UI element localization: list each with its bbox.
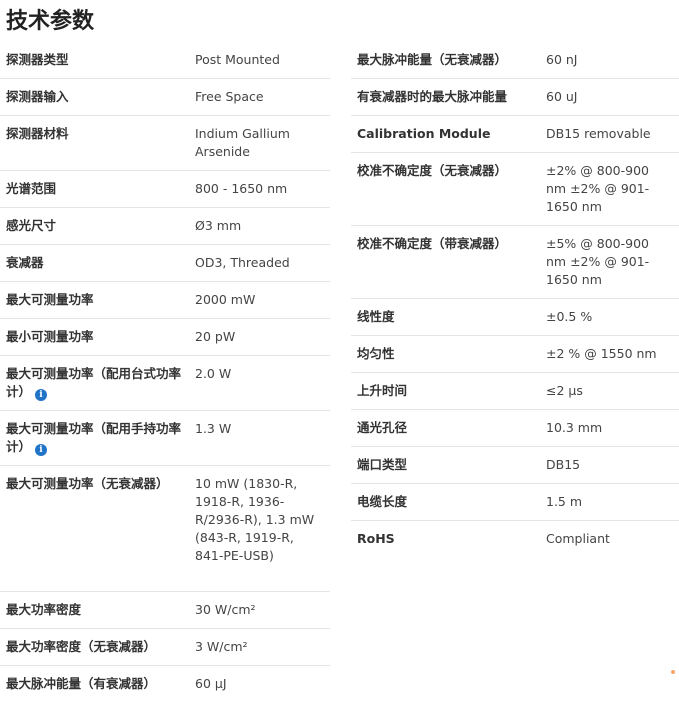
spec-label: 衰减器 [0,245,189,282]
spec-value: 1.5 m [540,484,679,521]
table-row: Calibration Module DB15 removable [351,116,679,153]
spec-label: 线性度 [351,299,540,336]
table-row: 最大可测量功率（无衰减器） 10 mW (1830-R, 1918-R, 193… [0,466,330,592]
table-row: 探测器类型 Post Mounted [0,42,330,79]
spec-value: DB15 [540,447,679,484]
spec-label: RoHS [351,521,540,558]
spec-value: Ø3 mm [189,208,330,245]
spec-value: ±2 % @ 1550 nm [540,336,679,373]
spec-value: ±0.5 % [540,299,679,336]
spec-label: 探测器类型 [0,42,189,79]
spec-label: 最大功率密度 [0,592,189,629]
spec-value: 3 W/cm² [189,629,330,666]
spec-label: Calibration Module [351,116,540,153]
table-row: 通光孔径 10.3 mm [351,410,679,447]
spec-value: Post Mounted [189,42,330,79]
spec-label-with-info: 最大可测量功率（配用台式功率计）i [0,356,189,411]
info-icon[interactable]: i [35,444,47,456]
spec-label: 通光孔径 [351,410,540,447]
spec-table-right: 最大脉冲能量（无衰减器） 60 nJ 有衰减器时的最大脉冲能量 60 uJ Ca… [351,42,679,557]
spec-label: 有衰减器时的最大脉冲能量 [351,79,540,116]
table-row: 衰减器 OD3, Threaded [0,245,330,282]
spec-label: 探测器材料 [0,116,189,171]
table-row: RoHS Compliant [351,521,679,558]
spec-value: ≤2 μs [540,373,679,410]
spec-value: 10.3 mm [540,410,679,447]
spec-value: OD3, Threaded [189,245,330,282]
spec-value: ±5% @ 800-900 nm ±2% @ 901-1650 nm [540,226,679,299]
table-row: 光谱范围 800 - 1650 nm [0,171,330,208]
spec-label: 校准不确定度（无衰减器） [351,153,540,226]
spec-table-left: 探测器类型 Post Mounted 探测器输入 Free Space 探测器材… [0,42,330,702]
spec-label: 光谱范围 [0,171,189,208]
table-row: 上升时间 ≤2 μs [351,373,679,410]
spec-label: 最大功率密度（无衰减器） [0,629,189,666]
spec-value: 2000 mW [189,282,330,319]
spec-label: 校准不确定度（带衰减器） [351,226,540,299]
spec-label: 探测器输入 [0,79,189,116]
spec-label: 最大脉冲能量（无衰减器） [351,42,540,79]
spec-label: 上升时间 [351,373,540,410]
spec-value: 800 - 1650 nm [189,171,330,208]
spec-value: Compliant [540,521,679,558]
spec-value: 30 W/cm² [189,592,330,629]
spec-label-text: 最大可测量功率（配用台式功率计） [6,366,181,399]
table-row: 最大功率密度 30 W/cm² [0,592,330,629]
spec-value: 60 μJ [189,666,330,702]
table-row: 感光尺寸 Ø3 mm [0,208,330,245]
table-row: 校准不确定度（无衰减器） ±2% @ 800-900 nm ±2% @ 901-… [351,153,679,226]
table-row: 电缆长度 1.5 m [351,484,679,521]
spec-label: 最大可测量功率（无衰减器） [0,466,189,592]
spec-label: 最大可测量功率 [0,282,189,319]
spec-label: 感光尺寸 [0,208,189,245]
table-row: 探测器输入 Free Space [0,79,330,116]
spec-value: Free Space [189,79,330,116]
info-icon[interactable]: i [35,389,47,401]
page-title: 技术参数 [6,6,94,38]
spec-value: 1.3 W [189,411,330,466]
spec-label: 电缆长度 [351,484,540,521]
spec-label: 最大脉冲能量（有衰减器） [0,666,189,702]
table-row: 最大可测量功率（配用台式功率计）i 2.0 W [0,356,330,411]
spec-value: 2.0 W [189,356,330,411]
table-row: 最大脉冲能量（有衰减器） 60 μJ [0,666,330,702]
spec-label: 均匀性 [351,336,540,373]
table-row: 最大可测量功率（配用手持功率计）i 1.3 W [0,411,330,466]
spec-value: ±2% @ 800-900 nm ±2% @ 901-1650 nm [540,153,679,226]
table-row: 端口类型 DB15 [351,447,679,484]
spec-label: 端口类型 [351,447,540,484]
corner-dot [671,670,675,674]
spec-value: 60 nJ [540,42,679,79]
spec-label-with-info: 最大可测量功率（配用手持功率计）i [0,411,189,466]
table-row: 探测器材料 Indium Gallium Arsenide [0,116,330,171]
spec-value: DB15 removable [540,116,679,153]
table-row: 线性度 ±0.5 % [351,299,679,336]
table-row: 均匀性 ±2 % @ 1550 nm [351,336,679,373]
spec-value: 10 mW (1830-R, 1918-R, 1936-R/2936-R), 1… [189,466,330,592]
spec-label-text: 最大可测量功率（配用手持功率计） [6,421,181,454]
table-row: 校准不确定度（带衰减器） ±5% @ 800-900 nm ±2% @ 901-… [351,226,679,299]
spec-value: 20 pW [189,319,330,356]
table-row: 最大可测量功率 2000 mW [0,282,330,319]
table-row: 最大功率密度（无衰减器） 3 W/cm² [0,629,330,666]
spec-label: 最小可测量功率 [0,319,189,356]
spec-value: 60 uJ [540,79,679,116]
table-row: 有衰减器时的最大脉冲能量 60 uJ [351,79,679,116]
spec-value: Indium Gallium Arsenide [189,116,330,171]
table-row: 最大脉冲能量（无衰减器） 60 nJ [351,42,679,79]
table-row: 最小可测量功率 20 pW [0,319,330,356]
